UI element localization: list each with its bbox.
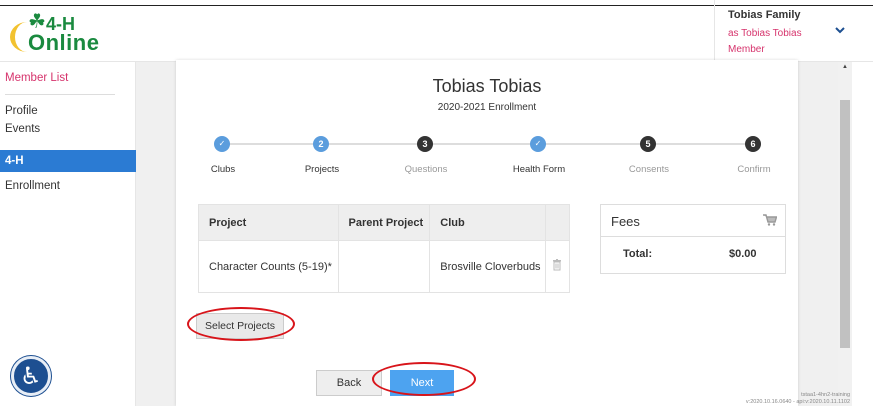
sidebar-item-label: 4-H	[5, 155, 24, 167]
top-header: ☘ 4-H Online Tobias Family as Tobias Tob…	[0, 0, 873, 62]
trash-icon[interactable]	[552, 259, 562, 274]
accessibility-button[interactable]: ♿	[11, 356, 51, 396]
version-line-1: tstaa1-4hn2-training	[801, 392, 850, 398]
cart-icon	[763, 214, 778, 229]
cell-parent-project	[337, 240, 431, 293]
step-label-health-form: Health Form	[512, 164, 566, 175]
sidebar-item-profile[interactable]: Profile	[5, 105, 38, 117]
cell-project: Character Counts (5-19)*	[198, 240, 339, 293]
step-5-circle[interactable]: 5	[640, 136, 656, 152]
chevron-down-icon[interactable]	[834, 24, 848, 38]
step-1-check-icon[interactable]: ✓	[214, 136, 230, 152]
role-line-name: as Tobias Tobias	[728, 28, 802, 39]
member-name-title: Tobias Tobias	[432, 76, 542, 96]
table-row: Character Counts (5-19)* Brosville Clove…	[198, 240, 570, 293]
top-border	[0, 5, 873, 6]
step-4-check-icon[interactable]: ✓	[530, 136, 546, 152]
header-divider	[714, 0, 715, 62]
role-line-type: Member	[728, 44, 765, 55]
enrollment-year: 2020-2021 Enrollment	[437, 102, 537, 113]
version-line-2: v:2020.10.16.0640 - api:v:2020.10.11.110…	[745, 399, 850, 405]
fees-total-value: $0.00	[729, 248, 757, 260]
active-member-role[interactable]: as Tobias Tobias Member	[728, 26, 818, 58]
column-header-club: Club	[429, 204, 547, 241]
version-info: tstaa1-4hn2-training v:2020.10.16.0640 -…	[700, 392, 850, 406]
step-label-consents: Consents	[628, 164, 670, 175]
column-header-parent-project: Parent Project	[337, 204, 431, 241]
projects-table: Project Parent Project Club Character Co…	[198, 204, 570, 293]
clover-icon: ☘	[28, 11, 46, 33]
sidebar-item-4h[interactable]: 4-H	[0, 150, 136, 172]
scroll-up-arrow[interactable]: ▲	[842, 64, 848, 70]
cell-club: Brosville Cloverbuds	[429, 240, 547, 293]
step-label-projects: Projects	[304, 164, 340, 175]
fees-title: Fees	[611, 214, 640, 229]
annotation-circle-select-projects	[187, 307, 295, 341]
logo-online-text: Online	[28, 30, 100, 55]
4h-online-logo[interactable]: ☘ 4-H Online	[6, 8, 102, 56]
table-header-row: Project Parent Project Club	[198, 204, 570, 241]
sidebar-separator	[5, 94, 115, 95]
sidebar: Member List Profile Events 4-H Enrollmen…	[0, 62, 136, 406]
column-header-project: Project	[198, 204, 339, 241]
step-label-confirm: Confirm	[737, 164, 771, 175]
fees-header: Fees	[601, 205, 785, 237]
step-6-circle[interactable]: 6	[745, 136, 761, 152]
fees-total-label: Total:	[623, 248, 653, 260]
step-label-questions: Questions	[404, 164, 448, 175]
family-name: Tobias Family	[728, 9, 801, 21]
sidebar-item-enrollment[interactable]: Enrollment	[5, 180, 60, 192]
sidebar-item-events[interactable]: Events	[5, 123, 40, 135]
step-3-circle[interactable]: 3	[417, 136, 433, 152]
sidebar-item-member-list[interactable]: Member List	[5, 72, 68, 84]
annotation-circle-next	[372, 362, 476, 396]
wheelchair-icon: ♿	[20, 363, 42, 390]
column-header-actions	[545, 204, 570, 241]
step-label-clubs: Clubs	[210, 164, 236, 175]
scrollbar-thumb[interactable]	[840, 100, 850, 348]
fees-panel: Fees Total: $0.00	[600, 204, 786, 274]
step-2-circle[interactable]: 2	[313, 136, 329, 152]
stepper-line	[222, 143, 754, 145]
cell-delete	[545, 240, 570, 293]
back-button[interactable]: Back	[316, 370, 382, 396]
